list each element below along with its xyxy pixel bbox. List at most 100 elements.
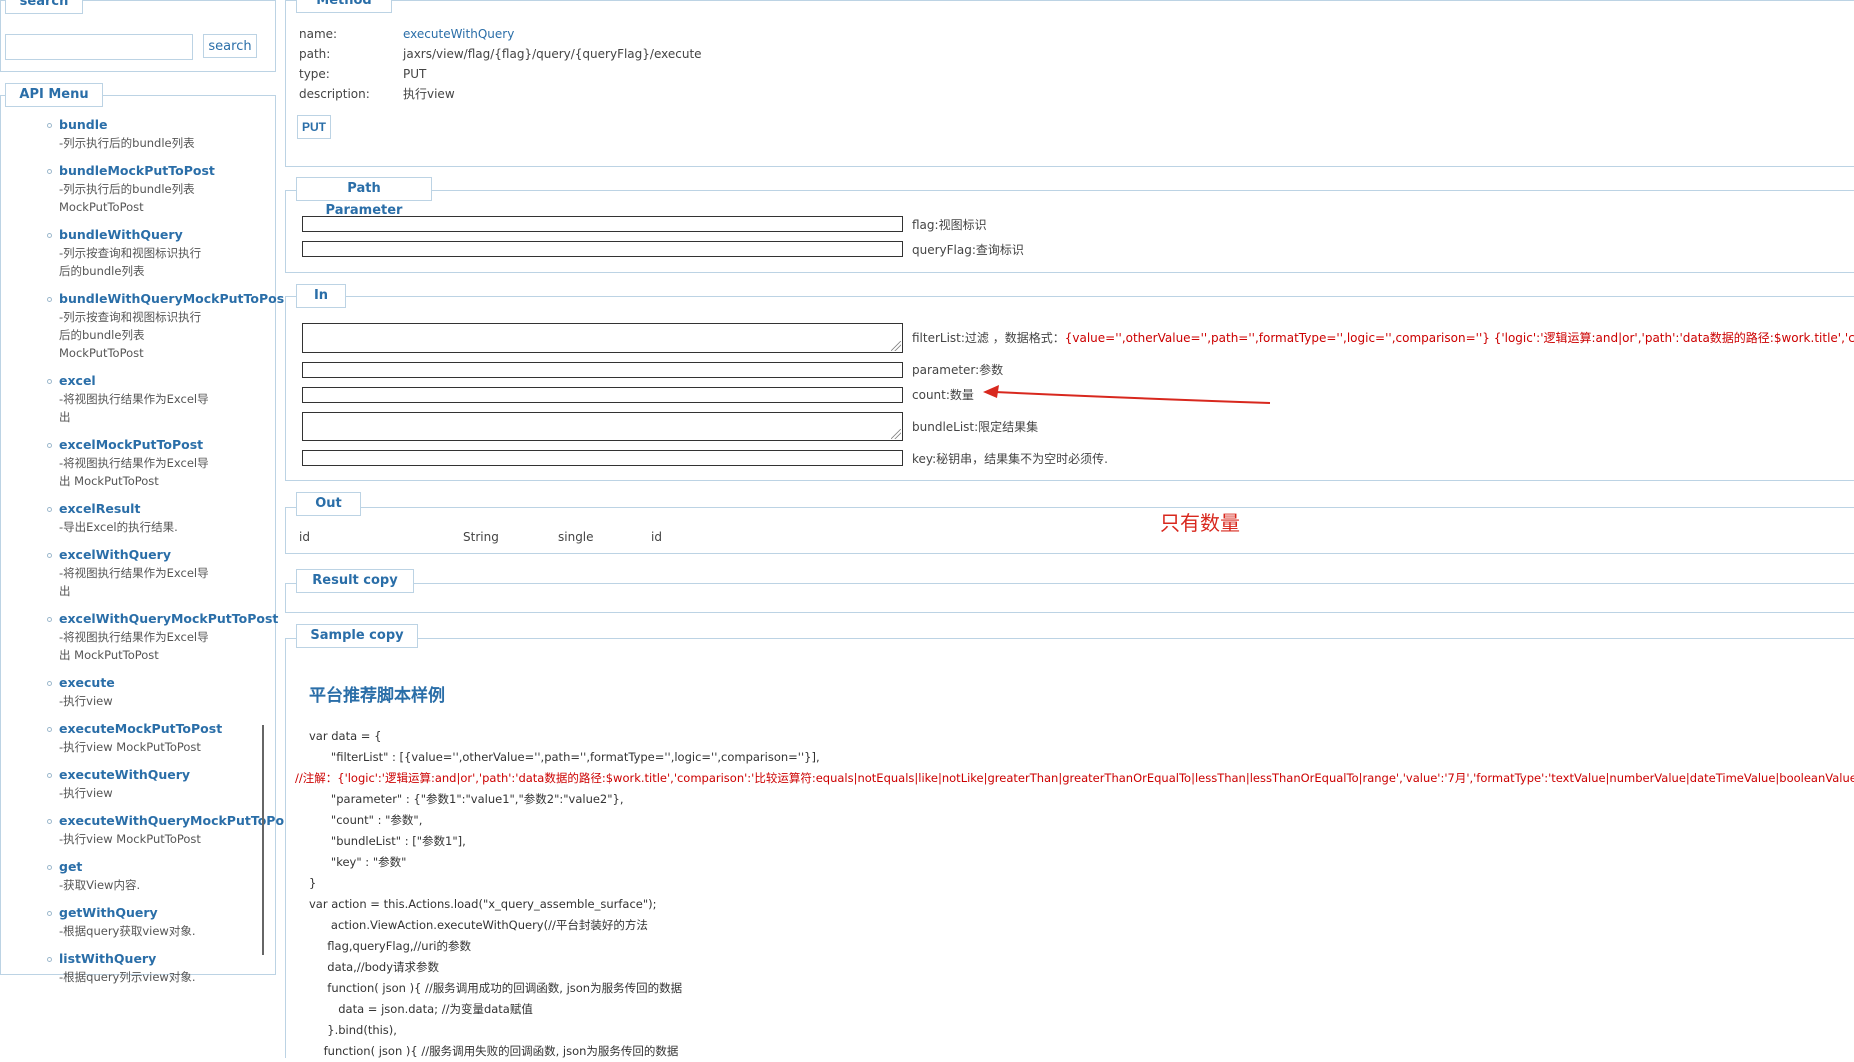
menu-item-desc: -将视图执行结果作为Excel导出 (59, 392, 209, 424)
menu-item-desc: -列示按查询和视图标识执行后的bundle列表 MockPutToPost (59, 310, 202, 360)
code-line: action.ViewAction.executeWithQuery(//平台封… (309, 918, 648, 932)
bullet-icon (47, 681, 52, 686)
filter-list-textarea[interactable] (302, 323, 903, 353)
result-copy-box (285, 583, 1854, 613)
bullet-icon (47, 553, 52, 558)
api-menu-list: bundle -列示执行后的bundle列表 bundleMockPutToPost… (0, 116, 284, 996)
bullet-icon (47, 727, 52, 732)
menu-item-name[interactable]: excelMockPutToPost (59, 436, 284, 454)
bullet-icon (47, 123, 52, 128)
menu-item-excel[interactable]: excel -将视图执行结果作为Excel导出 (0, 372, 282, 426)
menu-item-name[interactable]: getWithQuery (59, 904, 284, 922)
menu-item-executeWithQueryMockPutToPost[interactable]: executeWithQueryMockPutToPost -执行view Moc… (0, 812, 284, 848)
code-line: "filterList" : [{value='',otherValue='',… (309, 750, 820, 764)
method-type-value: PUT (403, 67, 427, 81)
path-parameter-legend: Path Parameter (296, 177, 432, 218)
bullet-icon (47, 443, 52, 448)
menu-item-name[interactable]: excelWithQueryMockPutToPost (59, 610, 284, 628)
menu-item-name[interactable]: get (59, 858, 284, 876)
menu-item-name[interactable]: executeMockPutToPost (59, 720, 284, 738)
sample-copy-legend[interactable]: Sample copy (296, 624, 418, 648)
search-input[interactable] (5, 34, 193, 60)
code-line: "key" : "参数" (309, 855, 407, 869)
put-button[interactable]: PUT (297, 115, 331, 139)
out-field-type: String (463, 530, 499, 544)
menu-item-name[interactable]: executeWithQuery (59, 766, 284, 784)
method-type-key: type: (299, 67, 330, 81)
menu-item-name[interactable]: excelWithQuery (59, 546, 284, 564)
menu-item-name[interactable]: excelResult (59, 500, 284, 518)
menu-item-desc: -将视图执行结果作为Excel导出 MockPutToPost (59, 456, 209, 488)
count-input[interactable] (302, 387, 903, 403)
menu-item-excelMockPutToPost[interactable]: excelMockPutToPost -将视图执行结果作为Excel导出 Mock… (0, 436, 282, 490)
menu-item-name[interactable]: execute (59, 674, 284, 692)
code-line: data = json.data; //为变量data赋值 (309, 1002, 533, 1016)
menu-item-listWithQuery[interactable]: listWithQuery -根据query列示view对象. (0, 950, 282, 986)
menu-item-executeMockPutToPost[interactable]: executeMockPutToPost -执行view MockPutToPos… (0, 720, 282, 756)
menu-item-executeWithQuery[interactable]: executeWithQuery -执行view (0, 766, 282, 802)
menu-item-excelWithQuery[interactable]: excelWithQuery -将视图执行结果作为Excel导出 (0, 546, 282, 600)
code-line: flag,queryFlag,//uri的参数 (309, 939, 471, 953)
menu-item-bundle[interactable]: bundle -列示执行后的bundle列表 (0, 116, 282, 152)
query-flag-input[interactable] (302, 241, 903, 257)
menu-item-name[interactable]: bundleMockPutToPost (59, 162, 284, 180)
bullet-icon (47, 865, 52, 870)
left-panel: search search API Menu bundle -列示执行后的bund… (0, 0, 284, 1058)
method-name-value: executeWithQuery (403, 27, 515, 41)
method-name-key: name: (299, 27, 338, 41)
code-line: "count" : "参数", (309, 813, 423, 827)
menu-item-desc: -将视图执行结果作为Excel导出 (59, 566, 209, 598)
method-box (285, 0, 1854, 167)
bullet-icon (47, 617, 52, 622)
menu-item-bundleMockPutToPost[interactable]: bundleMockPutToPost -列示执行后的bundle列表 MockP… (0, 162, 282, 216)
search-button[interactable]: search (203, 34, 257, 58)
parameter-input[interactable] (302, 362, 903, 378)
menu-item-bundleWithQueryMockPutToPost[interactable]: bundleWithQueryMockPutToPost -列示按查询和视图标识执… (0, 290, 284, 362)
bullet-icon (47, 911, 52, 916)
menu-item-get[interactable]: get -获取View内容. (0, 858, 282, 894)
query-flag-label: queryFlag:查询标识 (912, 243, 1024, 257)
method-description-row: description: 执行view (299, 84, 455, 104)
code-line: function( json ){ //服务调用成功的回调函数, json为服务… (309, 981, 683, 995)
code-line: } (309, 876, 317, 890)
method-description-key: description: (299, 87, 370, 101)
method-name-row: name: executeWithQuery (299, 24, 514, 44)
code-line: function( json ){ //服务调用失败的回调函数, json为服务… (309, 1044, 679, 1058)
key-label: key:秘钥串，结果集不为空时必须传. (912, 452, 1108, 466)
menu-item-desc: -执行view (59, 786, 113, 800)
menu-item-desc: -列示执行后的bundle列表 MockPutToPost (59, 182, 195, 214)
code-line: "bundleList" : ["参数1"], (309, 834, 466, 848)
menu-item-desc: -执行view MockPutToPost (59, 832, 201, 846)
search-legend: search (5, 0, 83, 14)
menu-item-getWithQuery[interactable]: getWithQuery -根据query获取view对象. (0, 904, 282, 940)
menu-item-bundleWithQuery[interactable]: bundleWithQuery -列示按查询和视图标识执行后的bundle列表 (0, 226, 282, 280)
menu-item-desc: -将视图执行结果作为Excel导出 MockPutToPost (59, 630, 209, 662)
key-input[interactable] (302, 450, 903, 466)
code-line: "parameter" : {"参数1":"value1","参数2":"val… (309, 792, 624, 806)
menu-item-name[interactable]: executeWithQueryMockPutToPost (59, 812, 284, 830)
out-legend: Out (296, 492, 361, 516)
menu-item-desc: -根据query获取view对象. (59, 924, 196, 938)
menu-item-name[interactable]: bundle (59, 116, 284, 134)
menu-item-name[interactable]: excel (59, 372, 284, 390)
method-legend: Method (296, 0, 392, 13)
filter-list-format: {value='',otherValue='',path='',formatTy… (1064, 331, 1854, 345)
method-type-row: type: PUT (299, 64, 426, 84)
code-line: data,//body请求参数 (309, 960, 440, 974)
flag-input[interactable] (302, 216, 903, 232)
filter-list-label-text: filterList:过滤 ，数据格式： (912, 331, 1065, 345)
result-copy-legend[interactable]: Result copy (296, 569, 414, 593)
menu-item-excelResult[interactable]: excelResult -导出Excel的执行结果. (0, 500, 282, 536)
code-line: var action = this.Actions.load("x_query_… (309, 897, 657, 911)
menu-item-execute[interactable]: execute -执行view (0, 674, 282, 710)
menu-item-name[interactable]: bundleWithQueryMockPutToPost (59, 290, 284, 308)
bundle-list-textarea[interactable] (302, 412, 903, 441)
menu-item-excelWithQueryMockPutToPost[interactable]: excelWithQueryMockPutToPost -将视图执行结果作为Exc… (0, 610, 282, 664)
out-field-name: id (299, 530, 310, 544)
menu-item-desc: -导出Excel的执行结果. (59, 520, 178, 534)
code-line: //注解：{'logic':'逻辑运算:and|or','path':'data… (295, 771, 1854, 785)
menu-scrollbar[interactable] (262, 725, 264, 955)
bullet-icon (47, 297, 52, 302)
menu-item-name[interactable]: bundleWithQuery (59, 226, 284, 244)
menu-item-name[interactable]: listWithQuery (59, 950, 284, 968)
